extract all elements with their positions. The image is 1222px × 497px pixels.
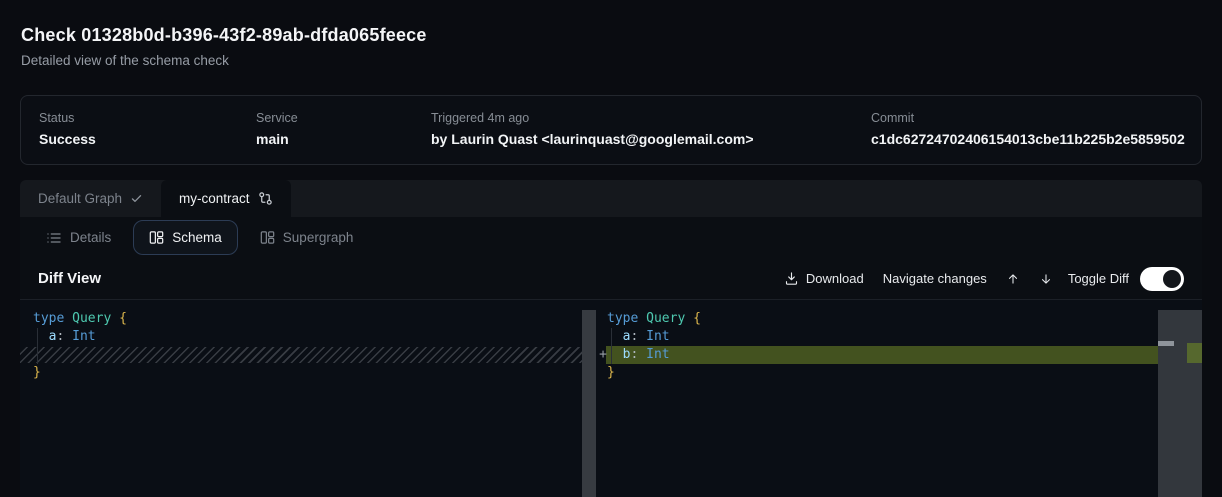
- columns-icon: [149, 230, 164, 245]
- git-compare-icon: [258, 191, 273, 206]
- status-label: Status: [39, 111, 96, 126]
- service-value: main: [256, 130, 298, 148]
- tab-default-graph[interactable]: Default Graph: [20, 180, 161, 217]
- service-label: Service: [256, 111, 298, 126]
- status-value: Success: [39, 130, 96, 148]
- list-icon: [46, 230, 62, 246]
- previous-change-button[interactable]: [1006, 272, 1020, 286]
- tab-default-graph-label: Default Graph: [38, 191, 122, 206]
- arrow-up-icon: [1006, 272, 1020, 286]
- added-line-gutter-marker: +: [597, 346, 609, 364]
- page-title: Check 01328b0d-b396-43f2-89ab-dfda065fee…: [21, 25, 427, 46]
- triggered-value: by Laurin Quast <laurinquast@googlemail.…: [431, 130, 754, 148]
- schema-check-page: Check 01328b0d-b396-43f2-89ab-dfda065fee…: [0, 0, 1222, 497]
- download-icon: [784, 271, 799, 286]
- tab-supergraph-label: Supergraph: [283, 230, 354, 245]
- commit-value: c1dc62724702406154013cbe11b225b2e5859502: [871, 130, 1185, 148]
- diff-pane-before: type Query { a: Int}: [20, 300, 582, 497]
- view-tab-row: Details Schema Supergraph: [20, 217, 1202, 258]
- left-pane-scrollbar[interactable]: [582, 310, 596, 497]
- scrollbar-thumb-marker: [1158, 341, 1174, 346]
- commit-label: Commit: [871, 111, 1185, 126]
- added-code-line: b: Int: [606, 346, 1202, 364]
- triggered-label: Triggered 4m ago: [431, 111, 754, 126]
- tab-my-contract-label: my-contract: [179, 191, 250, 206]
- indent-guide: [611, 328, 612, 364]
- added-change-overview-marker: [1187, 343, 1202, 363]
- switch-knob: [1163, 270, 1181, 288]
- right-pane-scrollbar[interactable]: [1158, 310, 1202, 497]
- summary-commit: Commit c1dc62724702406154013cbe11b225b2e…: [871, 111, 1185, 148]
- tab-details-label: Details: [70, 230, 111, 245]
- columns-icon: [260, 230, 275, 245]
- check-icon: [130, 192, 143, 205]
- tab-my-contract[interactable]: my-contract: [161, 180, 291, 217]
- diff-view-title: Diff View: [38, 270, 101, 287]
- download-button[interactable]: Download: [784, 271, 864, 286]
- summary-service: Service main: [256, 111, 298, 148]
- code-line: }: [596, 364, 1202, 382]
- arrow-down-icon: [1039, 272, 1053, 286]
- contract-tab-strip: Default Graph my-contract: [20, 180, 1202, 217]
- tab-schema-label: Schema: [172, 230, 222, 245]
- download-label: Download: [806, 271, 864, 286]
- code-line: a: Int: [20, 328, 582, 346]
- toggle-diff-switch[interactable]: [1140, 267, 1184, 291]
- diff-pane-after: type Query { a: Int b: Int}: [596, 300, 1202, 497]
- navigate-changes-label: Navigate changes: [883, 271, 987, 286]
- code-line: type Query {: [20, 310, 582, 328]
- summary-status: Status Success: [39, 111, 96, 148]
- code-line: a: Int: [596, 328, 1202, 346]
- tab-supergraph[interactable]: Supergraph: [250, 230, 364, 245]
- page-subtitle: Detailed view of the schema check: [21, 53, 229, 68]
- check-summary-card: Status Success Service main Triggered 4m…: [20, 95, 1202, 165]
- tab-details[interactable]: Details: [36, 230, 121, 246]
- diff-toolbar-actions: Download Navigate changes Toggle Diff: [784, 267, 1184, 291]
- schema-diff-view: type Query { a: Int} type Query { a: Int…: [20, 300, 1202, 497]
- indent-guide: [37, 328, 38, 364]
- code-line: type Query {: [596, 310, 1202, 328]
- summary-triggered: Triggered 4m ago by Laurin Quast <laurin…: [431, 111, 754, 148]
- hatched-placeholder-line: [20, 347, 582, 363]
- tab-schema[interactable]: Schema: [133, 220, 238, 255]
- code-line: }: [20, 364, 582, 382]
- toggle-diff-label: Toggle Diff: [1068, 271, 1129, 286]
- next-change-button[interactable]: [1039, 272, 1053, 286]
- diff-toolbar: Diff View Download Navigate changes: [20, 258, 1202, 300]
